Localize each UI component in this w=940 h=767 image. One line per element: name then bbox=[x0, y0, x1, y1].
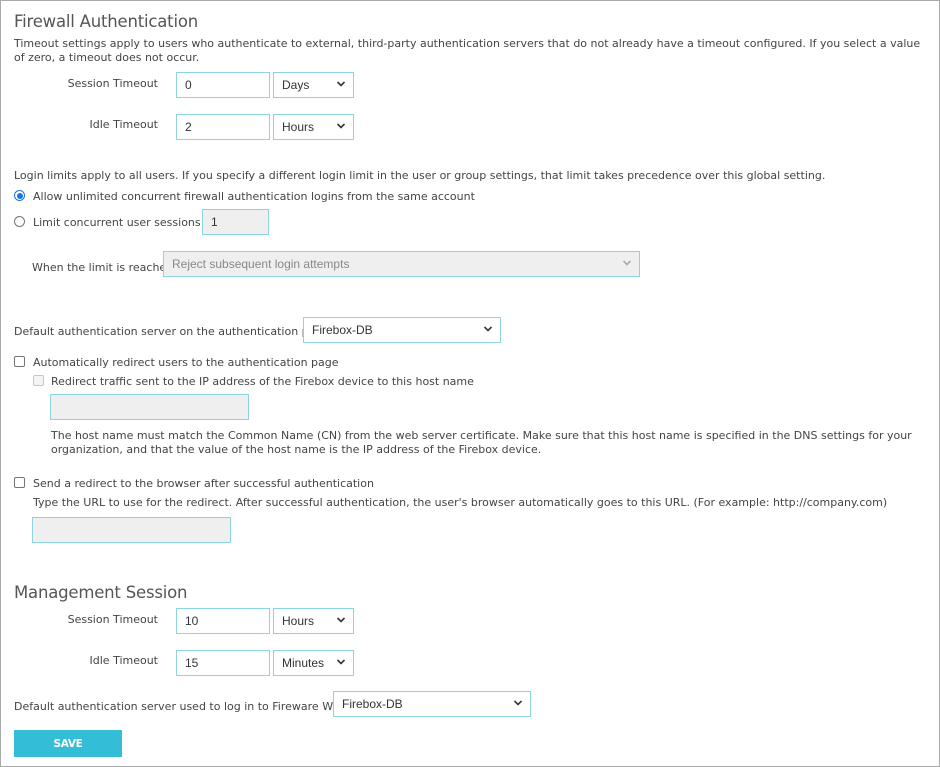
limit-sessions-label: Limit concurrent user sessions to bbox=[33, 216, 216, 229]
webui-auth-server-label: Default authentication server used to lo… bbox=[14, 700, 361, 713]
login-limits-text: Login limits apply to all users. If you … bbox=[14, 169, 826, 182]
mgmt-idle-timeout-label: Idle Timeout bbox=[89, 654, 158, 667]
mgmt-session-timeout-unit-value: Hours bbox=[282, 614, 315, 628]
redirect-url-input[interactable] bbox=[32, 517, 231, 543]
limit-reached-select[interactable]: Reject subsequent login attempts bbox=[163, 251, 640, 277]
webui-auth-server-value: Firebox-DB bbox=[342, 697, 403, 711]
save-button[interactable]: SAVE bbox=[14, 730, 122, 757]
default-auth-server-label: Default authentication server on the aut… bbox=[14, 325, 330, 338]
default-auth-server-select[interactable]: Firebox-DB bbox=[303, 317, 501, 343]
redirect-traffic-checkbox[interactable] bbox=[33, 375, 44, 386]
send-redirect-label: Send a redirect to the browser after suc… bbox=[33, 477, 374, 490]
auto-redirect-checkbox[interactable] bbox=[14, 356, 25, 367]
chevron-down-icon bbox=[514, 699, 522, 707]
mgmt-session-timeout-input[interactable]: 10 bbox=[176, 608, 270, 634]
redirect-traffic-label: Redirect traffic sent to the IP address … bbox=[51, 375, 474, 388]
fw-idle-timeout-unit-select[interactable]: Hours bbox=[273, 114, 354, 140]
redirect-url-note: Type the URL to use for the redirect. Af… bbox=[33, 496, 888, 509]
mgmt-idle-timeout-unit-select[interactable]: Minutes bbox=[273, 650, 354, 676]
limit-reached-value: Reject subsequent login attempts bbox=[172, 257, 350, 271]
settings-panel: Firewall Authentication Timeout settings… bbox=[0, 0, 940, 767]
chevron-down-icon bbox=[337, 616, 345, 624]
send-redirect-checkbox[interactable] bbox=[14, 477, 25, 488]
fw-idle-timeout-unit-value: Hours bbox=[282, 120, 315, 134]
unlimited-logins-label: Allow unlimited concurrent firewall auth… bbox=[33, 190, 475, 203]
chevron-down-icon bbox=[484, 325, 492, 333]
mgmt-idle-timeout-unit-value: Minutes bbox=[282, 656, 325, 670]
limit-sessions-radio[interactable] bbox=[14, 216, 25, 227]
limit-sessions-input[interactable]: 1 bbox=[202, 209, 269, 235]
idle-timeout-label: Idle Timeout bbox=[89, 118, 158, 131]
chevron-down-icon bbox=[337, 658, 345, 666]
fw-session-timeout-input[interactable]: 0 bbox=[176, 72, 270, 98]
section-title-management-session: Management Session bbox=[14, 583, 188, 602]
mgmt-idle-timeout-input[interactable]: 15 bbox=[176, 650, 270, 676]
mgmt-session-timeout-unit-select[interactable]: Hours bbox=[273, 608, 354, 634]
default-auth-server-value: Firebox-DB bbox=[312, 323, 373, 337]
chevron-down-icon bbox=[623, 259, 631, 267]
fw-session-timeout-unit-select[interactable]: Days bbox=[273, 72, 354, 98]
timeout-intro-text: Timeout settings apply to users who auth… bbox=[14, 37, 921, 64]
webui-auth-server-select[interactable]: Firebox-DB bbox=[333, 691, 531, 717]
unlimited-logins-radio[interactable] bbox=[14, 190, 25, 201]
chevron-down-icon bbox=[337, 122, 345, 130]
limit-reached-label: When the limit is reached bbox=[32, 261, 174, 274]
fw-session-timeout-unit-value: Days bbox=[282, 78, 310, 92]
section-title-firewall-authentication: Firewall Authentication bbox=[14, 12, 198, 31]
mgmt-session-timeout-label: Session Timeout bbox=[67, 613, 158, 626]
auto-redirect-label: Automatically redirect users to the auth… bbox=[33, 356, 339, 369]
host-name-input[interactable] bbox=[50, 394, 249, 420]
fw-idle-timeout-input[interactable]: 2 bbox=[176, 114, 270, 140]
session-timeout-label: Session Timeout bbox=[67, 77, 158, 90]
host-name-note: The host name must match the Common Name… bbox=[51, 429, 912, 456]
chevron-down-icon bbox=[337, 80, 345, 88]
